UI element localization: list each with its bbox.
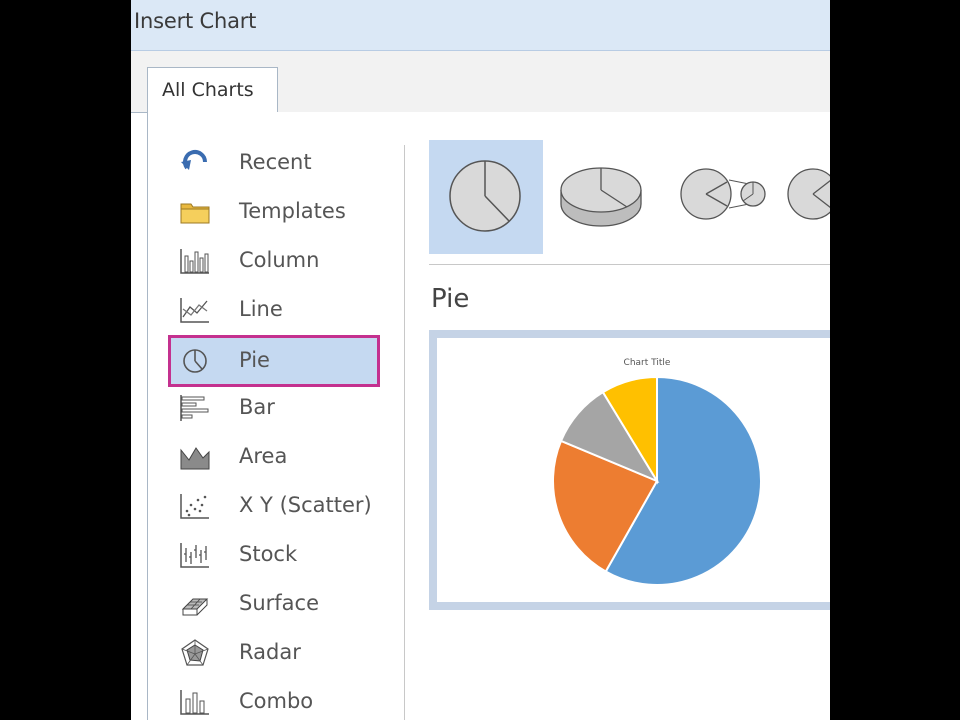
area-chart-icon (180, 447, 210, 470)
column-chart-icon (180, 249, 209, 274)
category-label: Column (239, 248, 320, 272)
tab-label: All Charts (162, 79, 254, 101)
insert-chart-dialog: Insert Chart All Charts Recent Templates (131, 0, 830, 720)
sidebar-divider (404, 145, 405, 720)
bar-of-pie-icon (787, 168, 830, 220)
category-recent[interactable]: Recent (169, 140, 379, 186)
pie-chart-icon (183, 349, 207, 373)
category-label: Stock (239, 542, 298, 566)
category-label: Pie (239, 348, 270, 372)
subtype-gallery (429, 140, 830, 265)
subtype-pie[interactable] (429, 140, 543, 254)
3d-pie-icon (560, 167, 642, 227)
category-surface[interactable]: Surface (169, 581, 379, 627)
tab-strip: All Charts (131, 51, 830, 113)
category-label: Recent (239, 150, 312, 174)
tab-all-charts[interactable]: All Charts (147, 67, 278, 113)
category-label: Templates (239, 199, 346, 223)
category-bar[interactable]: Bar (169, 385, 379, 431)
line-chart-icon (180, 298, 209, 323)
category-radar[interactable]: Radar (169, 630, 379, 676)
category-label: Radar (239, 640, 301, 664)
category-combo[interactable]: Combo (169, 679, 379, 720)
pie-of-pie-icon (680, 168, 766, 220)
folder-icon (180, 203, 210, 224)
category-label: Surface (239, 591, 320, 615)
combo-chart-icon (180, 690, 209, 715)
category-label: X Y (Scatter) (239, 493, 372, 517)
radar-chart-icon (181, 639, 209, 666)
category-label: Line (239, 297, 283, 321)
recent-icon (181, 150, 207, 170)
chart-preview: Chart Title (437, 338, 830, 602)
category-line[interactable]: Line (169, 287, 379, 333)
subtype-3d-pie[interactable] (547, 140, 661, 254)
category-column[interactable]: Column (169, 238, 379, 284)
category-label: Bar (239, 395, 275, 419)
title-bar: Insert Chart (131, 0, 830, 51)
subtype-bar-of-pie[interactable] (783, 140, 830, 254)
category-label: Combo (239, 689, 314, 713)
chart-preview-frame[interactable]: Chart Title (429, 330, 830, 610)
pie-icon (449, 160, 521, 232)
surface-chart-icon (181, 598, 209, 616)
category-templates[interactable]: Templates (169, 189, 379, 235)
subtype-title: Pie (431, 284, 470, 314)
scatter-chart-icon (180, 494, 209, 519)
category-stock[interactable]: Stock (169, 532, 379, 578)
pie-chart (552, 375, 762, 586)
stock-chart-icon (180, 543, 209, 568)
dialog-title: Insert Chart (134, 9, 257, 33)
category-scatter[interactable]: X Y (Scatter) (169, 483, 379, 529)
category-label: Area (239, 444, 288, 468)
category-area[interactable]: Area (169, 434, 379, 480)
category-pie[interactable]: Pie (168, 335, 380, 387)
bar-chart-icon (180, 395, 209, 421)
subtype-pie-of-pie[interactable] (665, 140, 779, 254)
